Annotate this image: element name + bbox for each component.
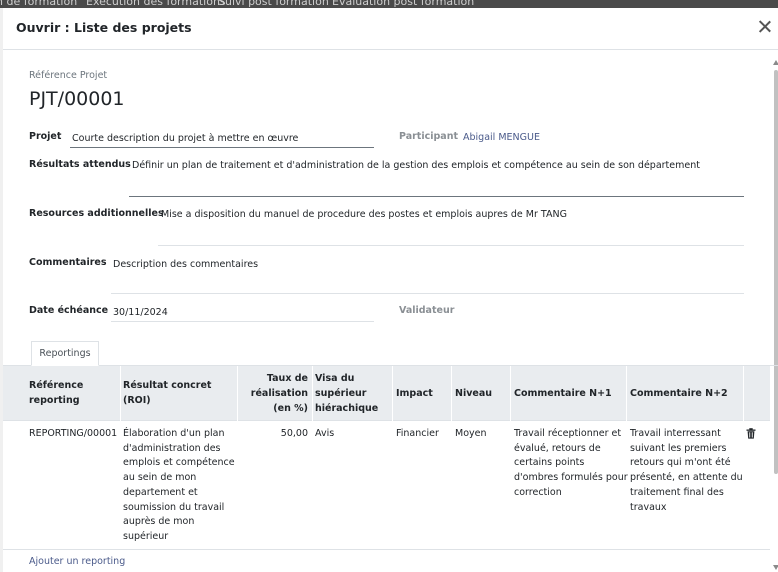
column-separator (237, 366, 238, 421)
column-separator (392, 366, 393, 421)
th-reference[interactable]: Référence reporting (29, 378, 83, 408)
cell-visa: Avis (315, 428, 335, 439)
ref-number: PJT/00001 (29, 88, 125, 110)
cell-line: departement et (123, 486, 198, 498)
cell-resultat: Élaboration d'un plan d'administration d… (123, 427, 235, 545)
th-taux-line: Taux de (266, 373, 308, 384)
th-impact[interactable]: Impact (396, 386, 433, 401)
cell-line: certains points (514, 457, 585, 469)
dialog-scrollbar[interactable] (773, 60, 778, 570)
date-label: Date échéance (29, 305, 109, 316)
participant-link[interactable]: Abigail MENGUE (463, 132, 540, 143)
cell-line: d'ombres formulés pour (514, 472, 628, 484)
projet-field-underline (70, 147, 374, 148)
cell-reference: REPORTING/00001 (29, 428, 118, 439)
th-taux-line: (en %) (273, 403, 308, 414)
cell-line: au sein de mon (123, 472, 197, 484)
cell-line: retours qui m'ont été (630, 457, 731, 469)
date-field-underline (111, 321, 374, 322)
ref-label: Référence Projet (29, 70, 108, 81)
cell-line: soumission du travail (123, 501, 225, 513)
column-separator (451, 366, 452, 421)
th-reference-line: reporting (29, 395, 80, 406)
cell-niveau: Moyen (455, 428, 487, 439)
cell-line: emplois et compétence (123, 457, 235, 469)
th-visa[interactable]: Visa du supérieur hiérachique (315, 371, 378, 416)
cell-line: auprès de mon (123, 516, 195, 528)
cell-line: évalué, retours de (514, 442, 601, 454)
th-impact-line: Impact (396, 388, 433, 399)
cell-line: présenté, en attente du (630, 472, 743, 484)
th-visa-line: supérieur (315, 388, 367, 399)
backdrop-nav-item: Execution des formations (86, 0, 226, 8)
commentaires-field-underline (111, 293, 744, 294)
th-taux[interactable]: Taux de réalisation (en %) (243, 371, 308, 416)
cell-line: Travail réceptionner et (514, 428, 622, 439)
dialog-title: Ouvrir : Liste des projets (16, 20, 192, 35)
th-visa-line: hiérachique (315, 403, 379, 414)
resultats-label: Résultats attendus (29, 159, 131, 170)
cell-line: correction (514, 486, 562, 498)
trash-icon[interactable] (746, 428, 756, 439)
validateur-label: Validateur (399, 305, 455, 316)
cell-line: supérieur (123, 530, 169, 542)
close-icon[interactable] (756, 18, 774, 36)
th-resultat-line: Résultat concret (123, 380, 212, 391)
th-resultat-line: (ROI) (123, 395, 151, 406)
cell-line: Travail interressant (630, 428, 721, 439)
commentaires-field[interactable]: Description des commentaires (113, 259, 258, 270)
backdrop-nav-item: Evaluation post formation (332, 0, 475, 8)
cell-comment-n1: Travail réceptionner et évalué, retours … (514, 427, 628, 501)
projet-field[interactable]: Courte description du projet à mettre en… (72, 133, 298, 144)
th-visa-line: Visa du (315, 373, 355, 384)
th-comment-n2[interactable]: Commentaire N+2 (630, 386, 728, 401)
scroll-down-arrow-icon[interactable] (773, 565, 778, 570)
ressources-field-underline (158, 245, 744, 246)
add-reporting-link[interactable]: Ajouter un reporting (29, 556, 125, 567)
dialog-header: Ouvrir : Liste des projets (3, 8, 778, 50)
tab-reportings[interactable]: Reportings (31, 341, 99, 366)
cell-line: suivant les premiers (630, 442, 727, 454)
column-separator (626, 366, 627, 421)
th-niveau[interactable]: Niveau (455, 386, 492, 401)
projet-label: Projet (29, 131, 62, 142)
cell-line: traitement final des (630, 486, 724, 498)
th-comment-n1-line: Commentaire N+1 (514, 388, 612, 399)
ressources-label: Resources additionnelles (29, 208, 164, 219)
participant-label: Participant (399, 131, 459, 142)
cell-taux: 50,00 (280, 428, 308, 439)
ressources-field[interactable]: Mise a disposition du manuel de procedur… (161, 209, 567, 220)
scroll-up-arrow-icon[interactable] (773, 60, 778, 65)
th-comment-n2-line: Commentaire N+2 (630, 388, 728, 399)
cell-comment-n2: Travail interressant suivant les premier… (630, 427, 743, 515)
th-comment-n1[interactable]: Commentaire N+1 (514, 386, 612, 401)
backdrop-nav-item: n de formation (0, 0, 78, 8)
scroll-thumb[interactable] (774, 70, 778, 474)
th-resultat[interactable]: Résultat concret (ROI) (123, 378, 211, 408)
resultats-field-underline (129, 196, 744, 197)
cell-line: d'administration des (123, 442, 221, 454)
column-separator (743, 366, 744, 421)
column-separator (120, 366, 121, 421)
date-field[interactable]: 30/11/2024 (113, 307, 168, 318)
project-dialog: Ouvrir : Liste des projets Référence Pro… (3, 8, 778, 572)
resultats-field[interactable]: Définir un plan de traitement et d'admin… (132, 160, 700, 171)
th-taux-line: réalisation (250, 388, 308, 399)
backdrop-nav: n de formation Execution des formations … (0, 0, 778, 8)
row-divider (3, 549, 770, 550)
commentaires-label: Commentaires (29, 257, 107, 268)
backdrop-nav-item: Suivi post formation (218, 0, 329, 8)
cell-line: Élaboration d'un plan (123, 428, 225, 439)
column-separator (312, 366, 313, 421)
cell-line: travaux (630, 501, 667, 513)
th-reference-line: Référence (29, 380, 84, 391)
column-separator (510, 366, 511, 421)
cell-impact: Financier (396, 428, 439, 439)
th-niveau-line: Niveau (455, 388, 493, 399)
